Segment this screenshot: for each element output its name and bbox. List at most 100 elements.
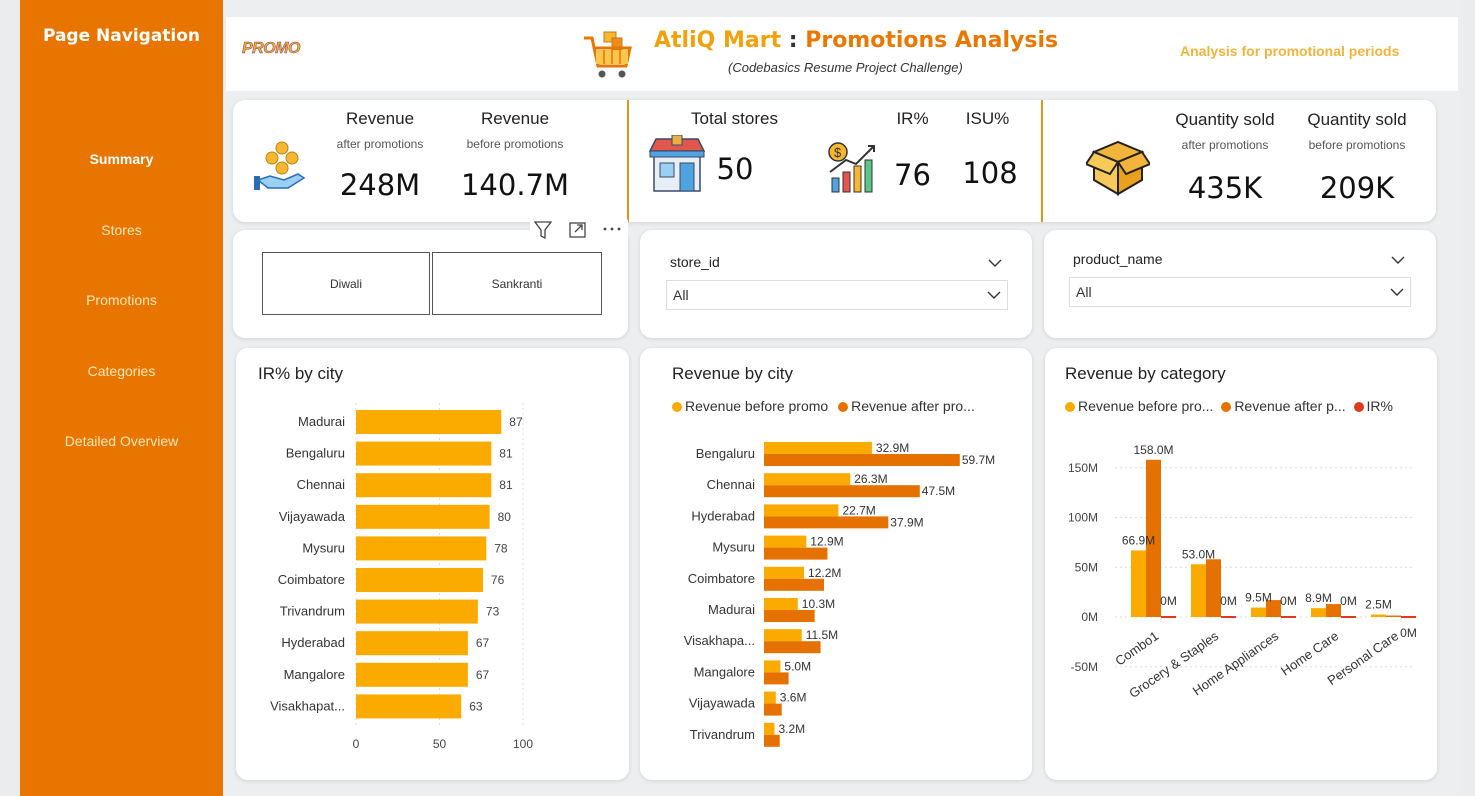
data-label-ir: 0M xyxy=(1160,594,1177,608)
campaign-chip-diwali[interactable]: Diwali xyxy=(262,252,430,315)
product-name-dropdown[interactable]: All xyxy=(1069,277,1411,307)
kpi-ir-label: IR% xyxy=(896,109,929,128)
bar-after xyxy=(764,547,828,560)
category-label: Vijayawada xyxy=(279,509,346,524)
header-tagline: Analysis for promotional periods xyxy=(1180,43,1400,59)
kpi-isu-label: ISU% xyxy=(965,109,1010,128)
data-label: 67 xyxy=(476,636,490,650)
bar-after xyxy=(1386,615,1401,617)
tick-label: 100M xyxy=(1068,511,1098,525)
money-hand-icon xyxy=(254,140,310,199)
title-main: Promotions Analysis xyxy=(805,28,1059,53)
shopping-cart-icon xyxy=(582,28,636,87)
category-label: Mysuru xyxy=(302,540,345,555)
category-label: Vijayawada xyxy=(689,696,756,711)
sidebar-title: Page Navigation xyxy=(42,26,201,46)
bar-before xyxy=(764,535,807,548)
data-label: 67 xyxy=(476,668,490,682)
data-label-after: 59.7M xyxy=(962,453,995,467)
bar xyxy=(356,504,490,529)
store-id-dropdown-value: All xyxy=(673,287,689,303)
category-label: Trivandrum xyxy=(280,604,345,619)
category-label: Bengaluru xyxy=(696,446,755,461)
nav-categories[interactable]: Categories xyxy=(20,363,223,379)
bar-ir xyxy=(1281,616,1296,618)
ir-by-city-chart: Madurai 87 Bengaluru 81 Chennai 81 Vijayawada 8… xyxy=(270,403,533,751)
svg-text:$: $ xyxy=(834,145,842,160)
bar-after xyxy=(764,485,920,498)
bar-after xyxy=(764,454,960,466)
data-label: 78 xyxy=(494,541,508,555)
data-label: 76 xyxy=(491,573,505,587)
tick-label: 0 xyxy=(353,737,360,751)
campaign-chip-sankranti[interactable]: Sankranti xyxy=(432,252,602,315)
nav-promotions[interactable]: Promotions xyxy=(20,292,223,308)
kpi-revenue-after-label: Revenue xyxy=(345,109,415,128)
bar-after xyxy=(1206,559,1221,617)
category-label: Hyderabad xyxy=(691,508,755,523)
store-icon xyxy=(648,134,706,200)
data-label-before: 12.2M xyxy=(808,566,841,580)
more-options-icon[interactable] xyxy=(603,227,621,231)
nav-detailed-overview[interactable]: Detailed Overview xyxy=(20,433,223,449)
store-id-dropdown[interactable]: All xyxy=(666,280,1008,310)
kpi-ir-value: 76 xyxy=(894,158,931,192)
data-label: 63 xyxy=(469,699,483,713)
chevron-down-icon[interactable] xyxy=(988,255,1002,273)
bar-before xyxy=(764,442,872,454)
data-label-before: 9.5M xyxy=(1245,591,1272,605)
bar-before xyxy=(764,660,781,673)
chevron-down-icon[interactable] xyxy=(1391,252,1405,270)
data-label-before: 22.7M xyxy=(842,503,875,517)
store-slicer-title: store_id xyxy=(670,254,720,270)
product-name-dropdown-value: All xyxy=(1076,284,1092,300)
data-label: 81 xyxy=(499,447,513,461)
data-label-before: 3.6M xyxy=(780,691,807,705)
bar-before xyxy=(1371,614,1386,617)
data-label-after: 47.5M xyxy=(922,484,955,498)
bar-after xyxy=(764,734,780,747)
bar xyxy=(356,694,462,719)
category-label: Coimbatore xyxy=(278,572,345,587)
data-label-before: 8.9M xyxy=(1305,591,1332,605)
category-label: Hyderabad xyxy=(281,635,345,650)
data-label: 81 xyxy=(499,478,513,492)
data-label-before: 5.0M xyxy=(784,659,811,673)
title-brand: AtliQ Mart xyxy=(654,28,782,53)
kpi-qty-after-sub: after promotions xyxy=(1181,138,1269,152)
promo-logo: PROMO xyxy=(242,40,301,58)
bar-before xyxy=(764,691,776,704)
kpi-isu-value: 108 xyxy=(962,156,1018,190)
category-label: Trivandrum xyxy=(690,727,755,742)
data-label-before: 66.9M xyxy=(1122,533,1155,547)
nav-stores[interactable]: Stores xyxy=(20,222,223,238)
category-label: Madurai xyxy=(708,602,755,617)
category-label: Coimbatore xyxy=(688,571,755,586)
bar-after xyxy=(764,641,821,654)
nav-summary[interactable]: Summary xyxy=(20,151,223,167)
bar-after xyxy=(1326,604,1341,617)
data-label-after: 37.9M xyxy=(890,515,923,529)
kpi-divider-1 xyxy=(627,100,629,222)
bar xyxy=(356,599,478,624)
title-separator: : xyxy=(781,28,806,53)
page-subtitle: (Codebasics Resume Project Challenge) xyxy=(728,60,963,75)
category-label: Chennai xyxy=(297,477,346,492)
kpi-revenue-before-value: 140.7M xyxy=(460,168,570,202)
data-label-before: 10.3M xyxy=(802,597,835,611)
filter-icon[interactable] xyxy=(533,221,553,240)
chevron-down-icon xyxy=(1390,288,1404,296)
tick-label: 100 xyxy=(513,737,533,751)
chevron-down-icon xyxy=(987,291,1001,299)
bar xyxy=(356,473,492,498)
bar-before xyxy=(764,598,798,610)
bar-ir xyxy=(1161,616,1176,618)
bar-before xyxy=(764,629,802,642)
bar-before xyxy=(1251,607,1266,617)
tick-label: -50M xyxy=(1071,660,1098,674)
focus-mode-icon[interactable] xyxy=(569,222,586,238)
data-label-before: 12.9M xyxy=(810,535,843,549)
tick-label: 150M xyxy=(1068,461,1098,475)
data-label-ir: 0M xyxy=(1400,626,1417,640)
bar-after xyxy=(764,516,889,529)
